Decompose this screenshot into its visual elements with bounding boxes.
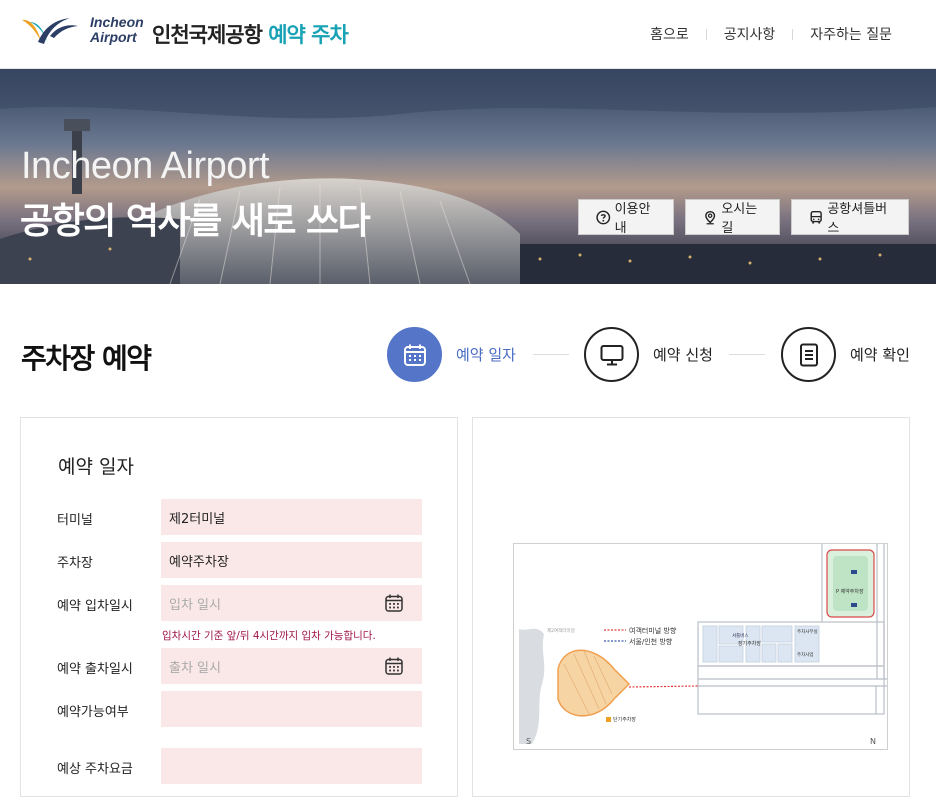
terminal-label: 터미널: [57, 513, 93, 528]
estimated-fee-field: [161, 748, 422, 784]
nav-home-link[interactable]: 홈으로: [650, 24, 689, 44]
compass-north: N: [870, 737, 876, 746]
step-reservation-date: 예약 일자: [387, 327, 516, 382]
nav-notice-link[interactable]: 공지사항: [724, 24, 776, 44]
section-title: 예약 일자: [58, 456, 134, 478]
terminal-name: 제2여객터미널: [547, 627, 575, 634]
step-label: 예약 신청: [653, 346, 713, 364]
step-circle: [387, 327, 442, 382]
hero-quick-links: 이용안내 오시는길 공항셔틀버스: [578, 199, 909, 236]
exit-datetime-input[interactable]: 출차 일시: [161, 648, 422, 684]
exit-datetime-label: 예약 출차일시: [57, 662, 133, 677]
parking-map: 여객터미널 방향 서울/인천 방향 제2여객터미널 셔틀버스 장기주차장 주차사…: [513, 543, 888, 750]
directions-button-label: 오시는길: [721, 202, 758, 236]
incheon-airport-logo[interactable]: Incheon Airport: [20, 14, 144, 50]
shuttle-bus-button[interactable]: 공항셔틀버스: [791, 199, 909, 236]
step-circle: [781, 327, 836, 382]
entry-datetime-input[interactable]: 입차 일시: [161, 585, 422, 621]
directions-button[interactable]: 오시는길: [685, 199, 780, 236]
step-connector: [533, 354, 569, 355]
bus-icon: [810, 210, 822, 224]
nav-divider: [792, 28, 794, 40]
parking-lot-label: 주차장: [57, 556, 93, 571]
parking-office-label: 주차사업: [797, 651, 814, 658]
short-term-label: 단기주차장: [613, 716, 636, 723]
availability-label: 예약가능여부: [57, 705, 129, 720]
parking-lot-select[interactable]: 예약주차장: [161, 542, 422, 578]
hero-title-ko: 공항의 역사를 새로 쓰다: [20, 201, 371, 242]
logo-wordmark: Incheon Airport: [90, 15, 144, 45]
map-pin-icon: [705, 210, 716, 224]
calendar-icon[interactable]: [384, 593, 404, 613]
brand-main: 인천국제공항: [152, 23, 263, 47]
top-nav: 홈으로 공지사항 자주하는 질문: [650, 24, 892, 44]
page-title: 주차장 예약: [21, 342, 152, 375]
logo-line1: Incheon: [90, 14, 144, 30]
compass-south: S: [526, 737, 531, 746]
document-icon: [799, 343, 818, 366]
step-reservation-apply: 예약 신청: [584, 327, 713, 382]
long-term-label: 장기주차장: [738, 640, 761, 647]
calendar-icon[interactable]: [384, 656, 404, 676]
guide-button[interactable]: 이용안내: [578, 199, 674, 236]
legend-terminal: 여객터미널 방향: [629, 626, 677, 635]
parking-map-drawing: 여객터미널 방향 서울/인천 방향 제2여객터미널 셔틀버스 장기주차장 주차사…: [519, 544, 887, 746]
question-circle-icon: [596, 210, 611, 224]
entry-datetime-label: 예약 입차일시: [57, 599, 133, 614]
shuttle-bus-button-label: 공항셔틀버스: [827, 202, 888, 236]
nav-faq-link[interactable]: 자주하는 질문: [810, 24, 892, 44]
shuttle-label: 셔틀버스: [732, 632, 749, 639]
brand-accent: 예약 주차: [268, 23, 349, 47]
exit-datetime-placeholder: 출차 일시: [169, 660, 221, 676]
reservation-steps: 예약 일자 예약 신청 예약 확인: [387, 327, 917, 383]
terminal-select[interactable]: 제2터미널: [161, 499, 422, 535]
parking-map-panel: 여객터미널 방향 서울/인천 방향 제2여객터미널 셔틀버스 장기주차장 주차사…: [472, 417, 910, 797]
logo-line2: Airport: [90, 29, 137, 45]
reserved-parking-label: P 예약주차장: [836, 588, 864, 595]
guide-button-label: 이용안내: [614, 202, 651, 236]
office-label: 주차사무실: [797, 628, 818, 635]
site-header: Incheon Airport 인천국제공항 예약 주차 홈으로 공지사항 자주…: [0, 0, 936, 69]
availability-field: [161, 691, 422, 727]
step-label: 예약 확인: [850, 346, 910, 364]
calendar-icon: [403, 344, 426, 366]
step-circle: [584, 327, 639, 382]
entry-time-note: 입차시간 기준 앞/뒤 4시간까지 입차 가능합니다.: [162, 630, 376, 642]
legend-seoul: 서울/인천 방향: [629, 637, 673, 646]
estimated-fee-label: 예상 주차요금: [57, 762, 133, 777]
hero-banner: Incheon Airport 공항의 역사를 새로 쓰다 이용안내 오시는길: [0, 69, 936, 284]
hero-title-en: Incheon Airport: [21, 145, 270, 187]
brand-title: 인천국제공항 예약 주차: [152, 19, 349, 49]
step-reservation-confirm: 예약 확인: [781, 327, 910, 382]
nav-divider: [705, 28, 707, 40]
entry-datetime-placeholder: 입차 일시: [169, 597, 221, 613]
reservation-date-panel: 예약 일자 터미널 제2터미널 주차장 예약주차장 예약 입차일시 입차 일시 …: [20, 417, 458, 797]
logo-mark-icon: [22, 18, 78, 44]
step-connector: [729, 354, 765, 355]
step-label: 예약 일자: [456, 346, 516, 364]
monitor-icon: [600, 344, 623, 365]
